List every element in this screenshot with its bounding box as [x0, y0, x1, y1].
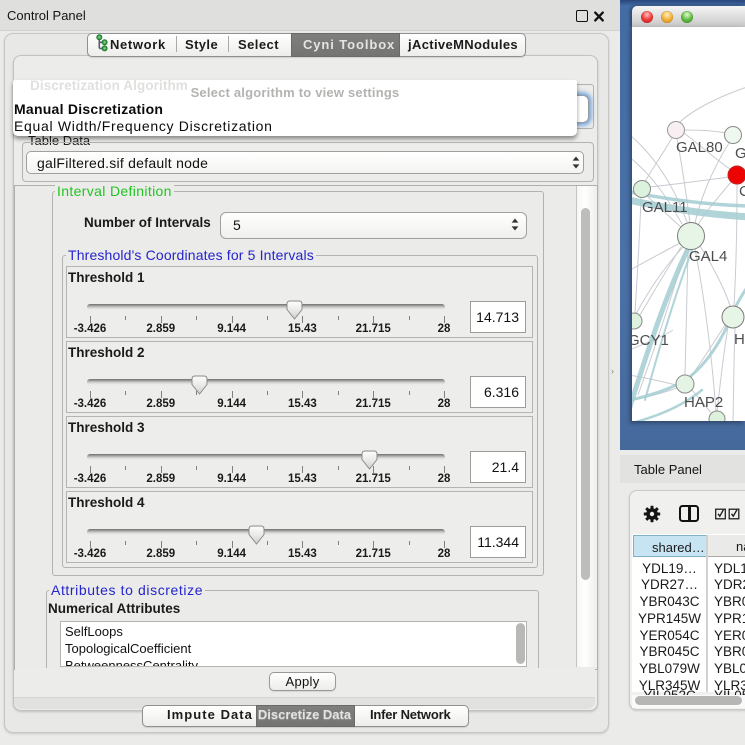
svg-text:H: H — [734, 331, 745, 348]
svg-text:GCY1: GCY1 — [632, 332, 669, 349]
svg-text:GAL80: GAL80 — [676, 139, 723, 156]
svg-text:GA: GA — [735, 145, 745, 162]
svg-text:C: C — [739, 183, 745, 200]
svg-text:GAL4: GAL4 — [689, 248, 727, 265]
svg-text:HAP2: HAP2 — [684, 394, 723, 411]
svg-text:GAL11: GAL11 — [642, 199, 688, 216]
